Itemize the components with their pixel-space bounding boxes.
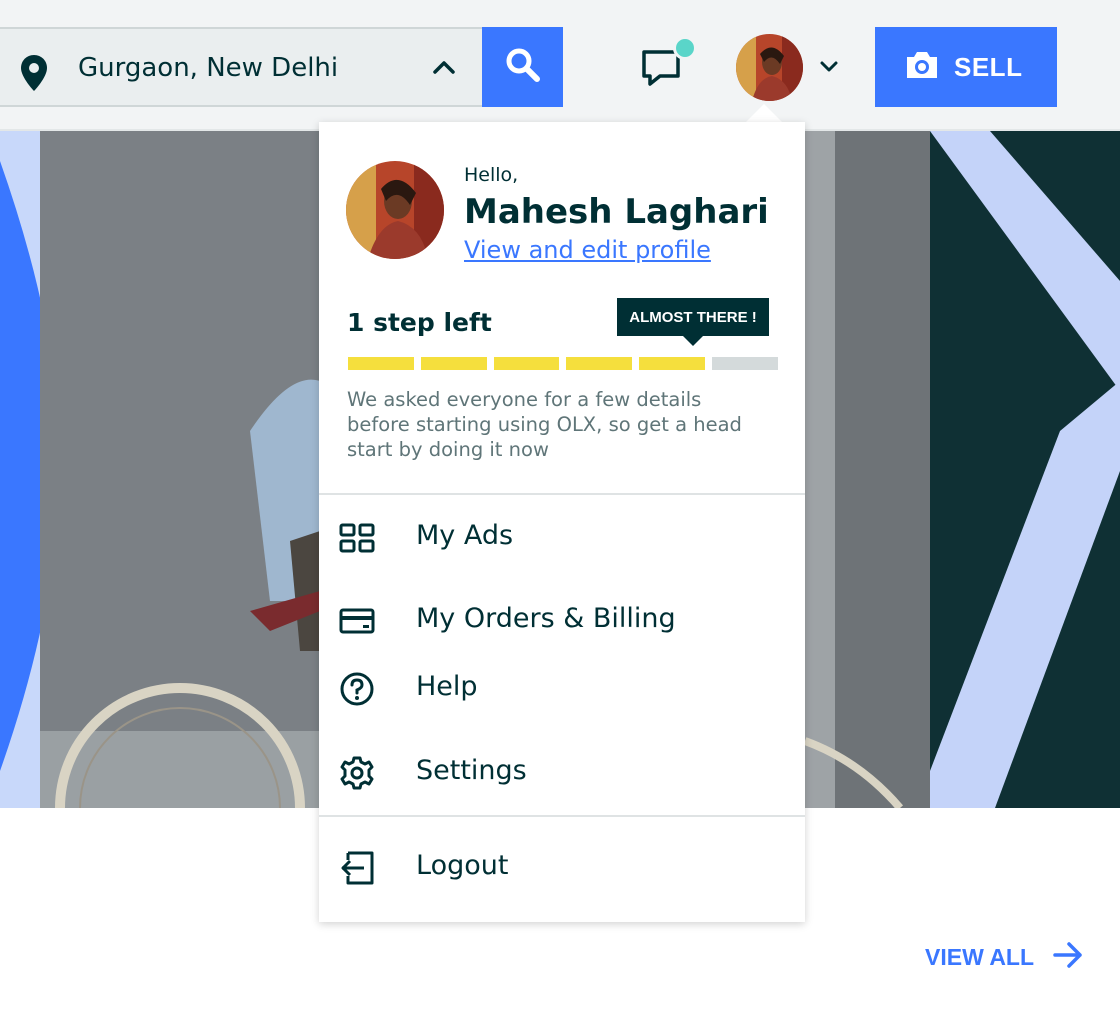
view-all-label: VIEW ALL <box>925 943 1035 970</box>
menu-item-label: Settings <box>416 755 527 786</box>
progress-segment-complete <box>493 357 560 370</box>
menu-item-label: Logout <box>416 850 509 881</box>
menu-item-label: My Orders & Billing <box>416 603 676 634</box>
progress-segment-complete <box>348 357 414 370</box>
camera-icon <box>904 49 940 85</box>
gear-icon <box>338 754 376 792</box>
progress-segment-complete <box>566 357 633 370</box>
view-all-link[interactable]: VIEW ALL <box>925 940 1084 974</box>
menu-item-label: Help <box>416 671 478 702</box>
divider <box>319 815 805 817</box>
menu-item-my-ads[interactable]: My Ads <box>319 506 805 566</box>
sell-label: SELL <box>954 51 1023 82</box>
progress-segment-complete <box>420 357 487 370</box>
menu-item-label: My Ads <box>416 520 514 551</box>
profile-progress-bar <box>348 357 778 370</box>
grid-icon <box>338 519 376 557</box>
menu-item-orders-billing[interactable]: My Orders & Billing <box>319 589 805 649</box>
greeting: Hello, <box>464 164 519 186</box>
divider <box>319 493 805 495</box>
steps-left-label: 1 step left <box>347 308 492 337</box>
arrow-right-icon <box>1052 940 1084 974</box>
dropdown-caret <box>746 104 782 122</box>
search-icon <box>503 45 543 89</box>
location-value: Gurgaon, New Delhi <box>78 53 339 83</box>
logout-icon <box>338 849 376 887</box>
profile-dropdown: Hello, Mahesh Laghari View and edit prof… <box>319 122 805 922</box>
credit-card-icon <box>338 602 376 640</box>
help-circle-icon <box>338 670 376 708</box>
avatar[interactable] <box>736 34 803 101</box>
profile-avatar <box>346 161 444 259</box>
progress-segment-complete <box>639 357 706 370</box>
menu-item-help[interactable]: Help <box>319 657 805 717</box>
search-button[interactable] <box>482 27 563 107</box>
progress-description: We asked everyone for a few details befo… <box>347 388 742 461</box>
view-edit-profile-link[interactable]: View and edit profile <box>464 236 711 264</box>
chevron-up-icon[interactable] <box>430 57 458 81</box>
top-header: Gurgaon, New Delhi SELL <box>0 0 1120 131</box>
location-pin-icon <box>18 53 50 97</box>
menu-item-settings[interactable]: Settings <box>319 741 805 801</box>
location-selector[interactable]: Gurgaon, New Delhi <box>0 27 482 107</box>
user-name: Mahesh Laghari <box>464 192 769 232</box>
sell-button[interactable]: SELL <box>875 27 1057 107</box>
chevron-down-icon[interactable] <box>818 58 840 80</box>
menu-item-logout[interactable]: Logout <box>319 836 805 896</box>
progress-tooltip: ALMOST THERE ! <box>617 298 769 346</box>
progress-segment-pending <box>712 357 778 370</box>
notification-dot <box>673 36 697 60</box>
